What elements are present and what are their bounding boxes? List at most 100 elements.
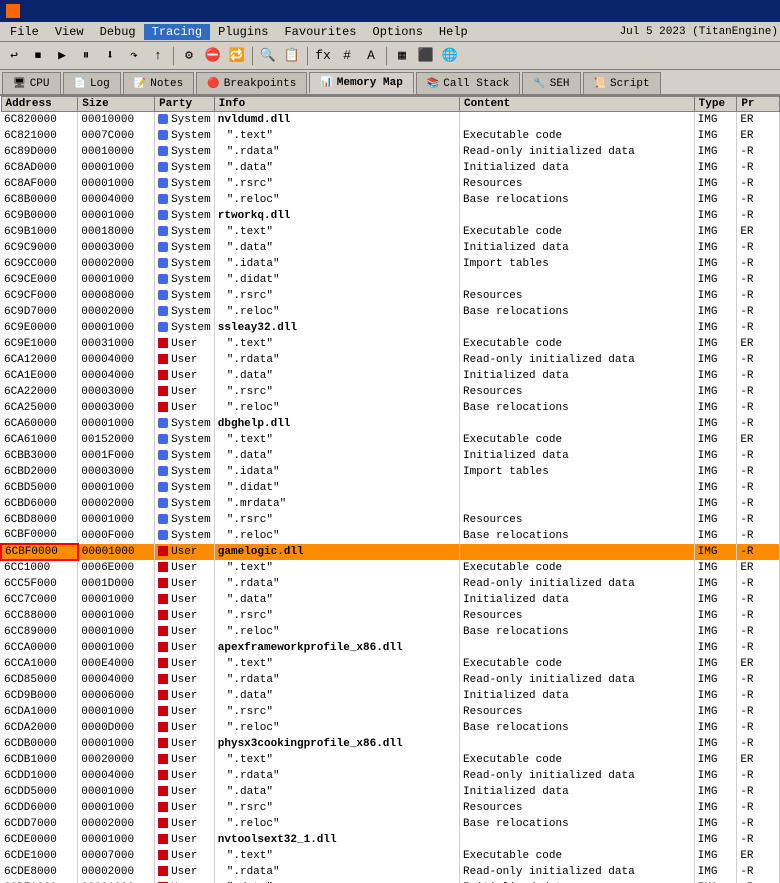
menu-item-file[interactable]: File — [2, 24, 47, 40]
table-row[interactable]: 6CBD600000002000System".mrdata"IMG-R — [1, 496, 780, 512]
table-row[interactable]: 6C8AD00000001000System".data"Initialized… — [1, 160, 780, 176]
table-row[interactable]: 6CC8800000001000User".rsrc"ResourcesIMG-… — [1, 608, 780, 624]
cell-content: Executable code — [460, 848, 695, 864]
table-row[interactable]: 6CBD800000001000System".rsrc"ResourcesIM… — [1, 512, 780, 528]
cell-party: User — [155, 576, 215, 592]
table-row[interactable]: 6CBD500000001000System".didat"IMG-R — [1, 480, 780, 496]
table-row[interactable]: 6CC10000006E000User".text"Executable cod… — [1, 560, 780, 576]
table-row[interactable]: 6CDD600000001000User".rsrc"ResourcesIMG-… — [1, 800, 780, 816]
table-row[interactable]: 6CD9B00000006000User".data"Initialized d… — [1, 688, 780, 704]
table-row[interactable]: 6C82000000010000Systemnvldumd.dllIMGER — [1, 112, 780, 128]
cell-address: 6CDA2000 — [1, 720, 78, 736]
table-row[interactable]: 6CDE000000001000Usernvtoolsext32_1.dllIM… — [1, 832, 780, 848]
a-btn[interactable]: A — [360, 45, 382, 67]
cell-content: Executable code — [460, 656, 695, 672]
table-row[interactable]: 6CA2200000003000User".rsrc"ResourcesIMG-… — [1, 384, 780, 400]
back-btn[interactable]: ↩ — [3, 45, 25, 67]
cell-address: 6C9CE000 — [1, 272, 78, 288]
table-row[interactable]: 6CCA000000001000Userapexframeworkprofile… — [1, 640, 780, 656]
table-row[interactable]: 6CC7C00000001000User".data"Initialized d… — [1, 592, 780, 608]
cell-content: Executable code — [460, 752, 695, 768]
grid-btn[interactable]: ▦ — [391, 45, 413, 67]
table-row[interactable]: 6CDD100000004000User".rdata"Read-only in… — [1, 768, 780, 784]
table-row[interactable]: 6CBD200000003000System".idata"Import tab… — [1, 464, 780, 480]
table-row[interactable]: 6C9B000000001000Systemrtworkq.dllIMG-R — [1, 208, 780, 224]
table-row[interactable]: 6CDE100000007000User".text"Executable co… — [1, 848, 780, 864]
table-row[interactable]: 6CA6100000152000System".text"Executable … — [1, 432, 780, 448]
table-row[interactable]: 6CDB100000020000User".text"Executable co… — [1, 752, 780, 768]
table-row[interactable]: 6CBF000000001000Usergamelogic.dllIMG-R — [1, 544, 780, 560]
tab-call-stack[interactable]: 📚Call Stack — [416, 72, 520, 94]
step-out-btn[interactable]: ↑ — [147, 45, 169, 67]
fx-btn[interactable]: fx — [312, 45, 334, 67]
table-row[interactable]: 6C8AF00000001000System".rsrc"ResourcesIM… — [1, 176, 780, 192]
menu-item-debug[interactable]: Debug — [92, 24, 144, 40]
menu-item-tracing[interactable]: Tracing — [144, 24, 210, 40]
cell-type: IMG — [694, 224, 737, 240]
memory-map-table-area[interactable]: AddressSizePartyInfoContentTypePr 6C8200… — [0, 96, 780, 883]
cell-pr: -R — [737, 480, 780, 496]
table-row[interactable]: 6CDE800000002000User".rdata"Read-only in… — [1, 864, 780, 880]
menu-item-favourites[interactable]: Favourites — [276, 24, 364, 40]
table-row[interactable]: 6CDD700000002000User".reloc"Base relocat… — [1, 816, 780, 832]
table-row[interactable]: 6CBF00000000F000System".reloc"Base reloc… — [1, 528, 780, 544]
menu-item-view[interactable]: View — [47, 24, 92, 40]
cell-pr: -R — [737, 832, 780, 848]
table-row[interactable]: 6CA6000000001000Systemdbghelp.dllIMG-R — [1, 416, 780, 432]
table-row[interactable]: 6C9D700000002000System".reloc"Base reloc… — [1, 304, 780, 320]
blk-btn[interactable]: ⬛ — [415, 45, 437, 67]
table-row[interactable]: 6CDA20000000D000User".reloc"Base relocat… — [1, 720, 780, 736]
table-row[interactable]: 6CDA100000001000User".rsrc"ResourcesIMG-… — [1, 704, 780, 720]
table-row[interactable]: 6CC5F0000001D000User".rdata"Read-only in… — [1, 576, 780, 592]
table-row[interactable]: 6CCA1000000E4000User".text"Executable co… — [1, 656, 780, 672]
menu-item-help[interactable]: Help — [431, 24, 476, 40]
cell-address: 6CBB3000 — [1, 448, 78, 464]
table-row[interactable]: 6CA2500000003000User".reloc"Base relocat… — [1, 400, 780, 416]
table-row[interactable]: 6C9E100000031000User".text"Executable co… — [1, 336, 780, 352]
menu-item-options[interactable]: Options — [365, 24, 431, 40]
tab-script[interactable]: 📜Script — [583, 72, 661, 94]
search-btn[interactable]: 🔍 — [257, 45, 279, 67]
table-row[interactable]: 6C9B100000018000System".text"Executable … — [1, 224, 780, 240]
settings-btn[interactable]: ⚙ — [178, 45, 200, 67]
tab-log[interactable]: 📄Log — [63, 72, 121, 94]
mem-btn[interactable]: 📋 — [281, 45, 303, 67]
table-row[interactable]: 6C8B000000004000System".reloc"Base reloc… — [1, 192, 780, 208]
table-row[interactable]: 6CBB30000001F000System".data"Initialized… — [1, 448, 780, 464]
menu-item-plugins[interactable]: Plugins — [210, 24, 276, 40]
pause-btn[interactable]: ⏸ — [75, 45, 97, 67]
cell-type: IMG — [694, 384, 737, 400]
table-row[interactable]: 6CDD500000001000User".data"Initialized d… — [1, 784, 780, 800]
table-row[interactable]: 6CDEA00000001000User".data"Initialized d… — [1, 880, 780, 883]
table-row[interactable]: 6C9C900000003000System".data"Initialized… — [1, 240, 780, 256]
tab-cpu[interactable]: 🖥CPU — [2, 72, 61, 94]
table-row[interactable]: 6C9E000000001000Systemssleay32.dllIMG-R — [1, 320, 780, 336]
tab-seh[interactable]: 🔧SEH — [522, 72, 580, 94]
table-row[interactable]: 6CC8900000001000User".reloc"Base relocat… — [1, 624, 780, 640]
hash-btn[interactable]: # — [336, 45, 358, 67]
cell-pr: -R — [737, 384, 780, 400]
table-row[interactable]: 6CDB000000001000Userphysx3cookingprofile… — [1, 736, 780, 752]
table-row[interactable]: 6C89D00000010000System".rdata"Read-only … — [1, 144, 780, 160]
table-row[interactable]: 6C9CE00000001000System".didat"IMG-R — [1, 272, 780, 288]
table-row[interactable]: 6CD8500000004000User".rdata"Read-only in… — [1, 672, 780, 688]
globe-btn[interactable]: 🌐 — [439, 45, 461, 67]
table-row[interactable]: 6C9CF00000008000System".rsrc"ResourcesIM… — [1, 288, 780, 304]
restart-btn[interactable]: 🔁 — [226, 45, 248, 67]
step-into-btn[interactable]: ⬇ — [99, 45, 121, 67]
run-btn[interactable]: ▶ — [51, 45, 73, 67]
cell-party: User — [155, 864, 215, 880]
table-row[interactable]: 6C8210000007C000System".text"Executable … — [1, 128, 780, 144]
break-btn[interactable]: ⛔ — [202, 45, 224, 67]
cell-type: IMG — [694, 800, 737, 816]
cell-party: User — [155, 592, 215, 608]
table-row[interactable]: 6CA1E00000004000User".data"Initialized d… — [1, 368, 780, 384]
step-over-btn[interactable]: ↷ — [123, 45, 145, 67]
table-row[interactable]: 6CA1200000004000User".rdata"Read-only in… — [1, 352, 780, 368]
tab-breakpoints[interactable]: 🔴Breakpoints — [196, 72, 307, 94]
table-row[interactable]: 6C9CC00000002000System".idata"Import tab… — [1, 256, 780, 272]
tab-memory-map[interactable]: 📊Memory Map — [309, 72, 413, 94]
tab-notes[interactable]: 📝Notes — [123, 72, 194, 94]
system-party-icon — [158, 450, 168, 460]
stop-btn[interactable]: ⏹ — [27, 45, 49, 67]
